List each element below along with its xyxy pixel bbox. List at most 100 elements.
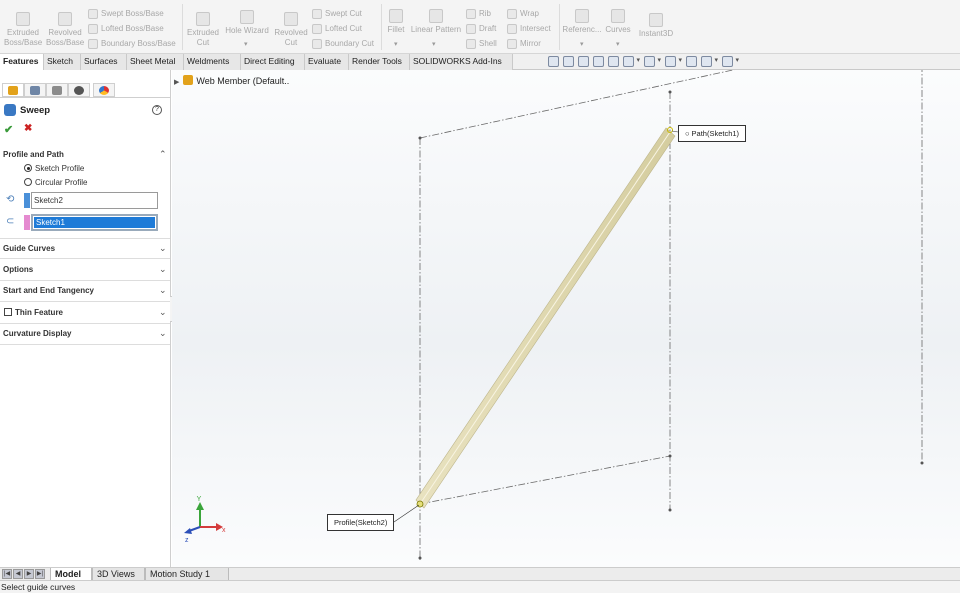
ribbon-divider [381, 4, 382, 50]
display-style-icon[interactable] [644, 56, 661, 67]
apply-scene-icon[interactable] [701, 56, 718, 67]
rib-button[interactable]: Rib [466, 9, 491, 19]
help-icon[interactable]: ? [152, 105, 162, 115]
feature-tree-flyout[interactable]: ▶ Web Member (Default.. [174, 75, 289, 86]
tab-surfaces[interactable]: Surfaces [81, 54, 127, 70]
lofted-cut-button[interactable]: Lofted Cut [312, 24, 362, 34]
zoom-to-fit-icon[interactable] [548, 56, 559, 67]
coordinate-triad: Y x z [184, 496, 226, 544]
shell-button[interactable]: Shell [466, 39, 497, 49]
collapse-chevron-icon: ⌃ [159, 149, 167, 159]
cancel-x-icon[interactable]: ✖ [24, 123, 32, 134]
sketch-profile-label: Sketch Profile [35, 164, 85, 173]
edit-appearance-icon[interactable] [686, 56, 697, 67]
curves-dropdown-icon[interactable]: ▾ [616, 40, 620, 48]
extruded-cut-button[interactable]: Extruded Cut [186, 12, 220, 48]
tab-dimxpert-manager[interactable] [68, 83, 90, 97]
reference-geometry-button[interactable]: Referenc... [562, 9, 602, 35]
status-bar: Select guide curves [0, 580, 960, 593]
draft-button[interactable]: Draft [466, 24, 496, 34]
model-viewport: Y x z [184, 70, 924, 560]
linear-pattern-dropdown-icon[interactable]: ▾ [432, 40, 436, 48]
profile-and-path-section[interactable]: Profile and Path ⌃ [0, 145, 170, 166]
tab-sketch[interactable]: Sketch [44, 54, 81, 70]
previous-view-icon[interactable] [578, 56, 589, 67]
curvature-display-section[interactable]: Curvature Display ⌄ [0, 324, 170, 345]
zoom-to-area-icon[interactable] [563, 56, 574, 67]
revolved-boss-button[interactable]: Revolved Boss/Base [46, 12, 84, 48]
graphics-area[interactable]: Y x z ▶ Web Member (Default.. ○ Path(Sketc… [172, 70, 960, 567]
tab-weldments[interactable]: Weldments [184, 54, 241, 70]
tab-render-tools[interactable]: Render Tools [349, 54, 410, 70]
sketch-centerline [419, 455, 671, 505]
mirror-icon [507, 39, 517, 49]
tab-solidworks-add-ins[interactable]: SOLIDWORKS Add-Ins [410, 54, 513, 70]
revolved-boss-icon [58, 12, 72, 26]
next-tab-icon[interactable]: ▶ [24, 569, 34, 579]
command-manager-ribbon: Extruded Boss/Base Revolved Boss/Base Sw… [0, 0, 960, 54]
start-end-tangency-section[interactable]: Start and End Tangency ⌄ [0, 281, 170, 302]
wrap-button[interactable]: Wrap [507, 9, 539, 19]
lofted-boss-button[interactable]: Lofted Boss/Base [88, 24, 164, 34]
boundary-cut-button[interactable]: Boundary Cut [312, 39, 374, 49]
fillet-button[interactable]: Fillet [385, 9, 407, 35]
swept-boss-button[interactable]: Swept Boss/Base [88, 9, 164, 19]
boundary-boss-button[interactable]: Boundary Boss/Base [88, 39, 176, 49]
model-view-tabs-bar: |◀ ◀ ▶ ▶| Model 3D Views Motion Study 1 [0, 567, 960, 581]
swept-cut-button[interactable]: Swept Cut [312, 9, 362, 19]
tab-property-manager[interactable] [24, 83, 46, 97]
feature-manager-icon [8, 86, 18, 95]
tab-evaluate[interactable]: Evaluate [305, 54, 349, 70]
thin-feature-checkbox[interactable] [4, 308, 12, 316]
view-settings-icon[interactable] [722, 56, 739, 67]
last-tab-icon[interactable]: ▶| [35, 569, 45, 579]
sketch-profile-radio[interactable] [24, 164, 32, 172]
tab-features[interactable]: Features [0, 54, 44, 70]
prev-tab-icon[interactable]: ◀ [13, 569, 23, 579]
path-callout[interactable]: ○ Path(Sketch1) [678, 125, 747, 142]
path-selection-box[interactable]: Sketch1 [31, 214, 158, 231]
first-tab-icon[interactable]: |◀ [2, 569, 12, 579]
section-view-icon[interactable] [593, 56, 604, 67]
guide-curves-section[interactable]: Guide Curves ⌄ [0, 238, 170, 259]
reference-geometry-dropdown-icon[interactable]: ▾ [580, 40, 584, 48]
hole-wizard-icon [240, 10, 254, 24]
tab-configuration-manager[interactable] [46, 83, 68, 97]
status-message: Select guide curves [1, 582, 76, 592]
profile-selection-box[interactable]: Sketch2 [31, 192, 158, 209]
rib-icon [466, 9, 476, 19]
thin-feature-section[interactable]: Thin Feature ⌄ [0, 303, 170, 324]
intersect-button[interactable]: Intersect [507, 24, 551, 34]
draft-icon [466, 24, 476, 34]
tab-display-manager[interactable] [93, 83, 115, 97]
options-section[interactable]: Options ⌄ [0, 260, 170, 281]
ok-check-icon[interactable]: ✔ [4, 123, 13, 136]
curves-icon [611, 9, 625, 23]
revolved-cut-button[interactable]: Revolved Cut [273, 12, 309, 48]
tab-sheet-metal[interactable]: Sheet Metal [127, 54, 184, 70]
circular-profile-label: Circular Profile [35, 178, 88, 187]
fillet-dropdown-icon[interactable]: ▾ [394, 40, 398, 48]
curves-button[interactable]: Curves [604, 9, 632, 35]
display-manager-icon [99, 86, 109, 95]
triad-x-label: x [222, 527, 226, 534]
path-selection-icon: ⊂ [6, 216, 15, 227]
extruded-boss-button[interactable]: Extruded Boss/Base [4, 12, 42, 48]
fillet-icon [389, 9, 403, 23]
intersect-icon [507, 24, 517, 34]
tab-feature-manager[interactable] [2, 83, 24, 97]
view-orientation-icon[interactable] [623, 56, 640, 67]
expand-arrow-icon[interactable]: ▶ [174, 79, 179, 86]
profile-callout[interactable]: Profile(Sketch2) [327, 514, 395, 531]
linear-pattern-button[interactable]: Linear Pattern [410, 9, 462, 35]
hole-wizard-dropdown-icon[interactable]: ▾ [244, 40, 248, 48]
hide-show-items-icon[interactable] [665, 56, 682, 67]
mirror-button[interactable]: Mirror [507, 39, 541, 49]
property-manager-title: Sweep [20, 105, 51, 116]
dynamic-annotation-icon[interactable] [608, 56, 619, 67]
hole-wizard-button[interactable]: Hole Wizard [224, 10, 270, 36]
tab-direct-editing[interactable]: Direct Editing [241, 54, 305, 70]
lofted-cut-icon [312, 24, 322, 34]
instant3d-button[interactable]: Instant3D [637, 13, 675, 39]
circular-profile-radio[interactable] [24, 178, 32, 186]
